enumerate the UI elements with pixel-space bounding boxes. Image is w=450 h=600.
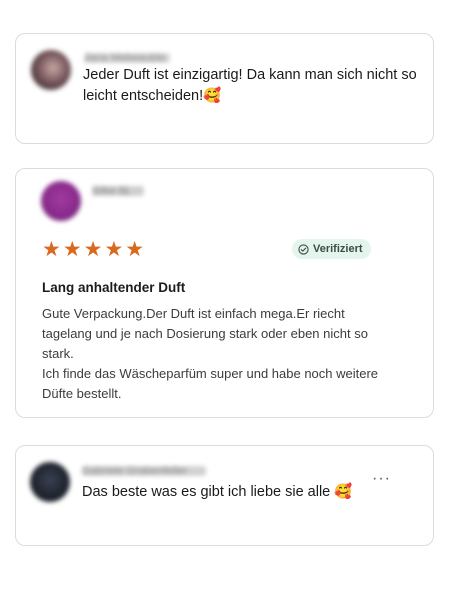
- verified-badge: Verifiziert: [292, 239, 371, 259]
- avatar: [41, 181, 81, 221]
- review-card: Jana Mebeauble Jeder Duft ist einzigarti…: [15, 33, 434, 144]
- review-card: Gabriele Grabenfeller Das beste was es g…: [15, 445, 434, 546]
- review-title: Lang anhaltender Duft: [42, 280, 186, 295]
- reviewer-name: Jana Mebeauble: [84, 53, 170, 63]
- review-text: Jeder Duft ist einzigartig! Da kann man …: [83, 67, 417, 104]
- review-text: Das beste was es gibt ich liebe sie alle…: [82, 484, 353, 500]
- review-body-paragraph: Gute Verpackung.Der Duft ist einfach meg…: [42, 306, 368, 361]
- review-body-paragraph: Ich finde das Wäscheparfüm super und hab…: [42, 366, 379, 401]
- avatar: [31, 50, 71, 90]
- review-card: Silke Bj ★★★★★ Verifiziert Lang anhalten…: [15, 168, 434, 418]
- avatar: [30, 462, 70, 502]
- verified-label: Verifiziert: [313, 243, 363, 255]
- reviewer-name: Gabriele Grabenfeller: [82, 466, 206, 476]
- review-body: Gute Verpackung.Der Duft ist einfach meg…: [42, 304, 392, 404]
- more-horizontal-icon[interactable]: ···: [372, 471, 391, 487]
- star-rating: ★★★★★: [42, 238, 147, 261]
- reviewer-name: Silke Bj: [92, 186, 144, 196]
- check-circle-icon: [298, 243, 309, 255]
